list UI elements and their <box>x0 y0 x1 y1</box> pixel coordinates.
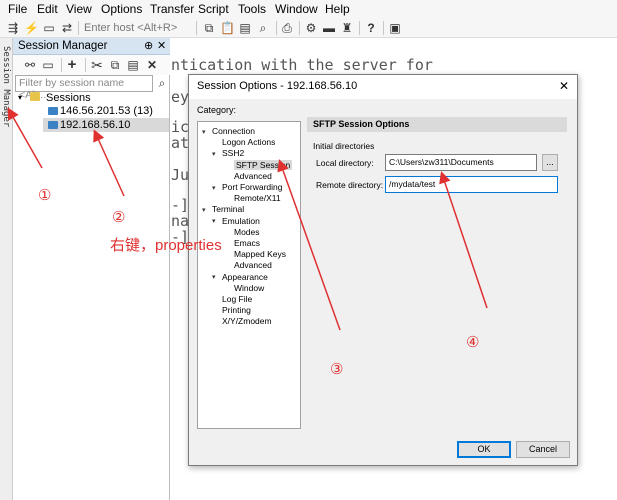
annotation-number-2: ② <box>112 209 126 226</box>
annotation-arrow-2 <box>93 129 125 197</box>
annotation-arrow-1 <box>7 107 43 169</box>
annotation-arrows <box>7 107 488 331</box>
annotation-number-4: ④ <box>466 334 480 351</box>
annotation-arrow-4 <box>439 171 488 309</box>
annotation-arrow-3 <box>277 159 341 331</box>
annotation-number-3: ③ <box>330 361 344 378</box>
annotation-number-1: ① <box>38 187 52 204</box>
annotation-note: 右键，properties <box>110 237 222 254</box>
